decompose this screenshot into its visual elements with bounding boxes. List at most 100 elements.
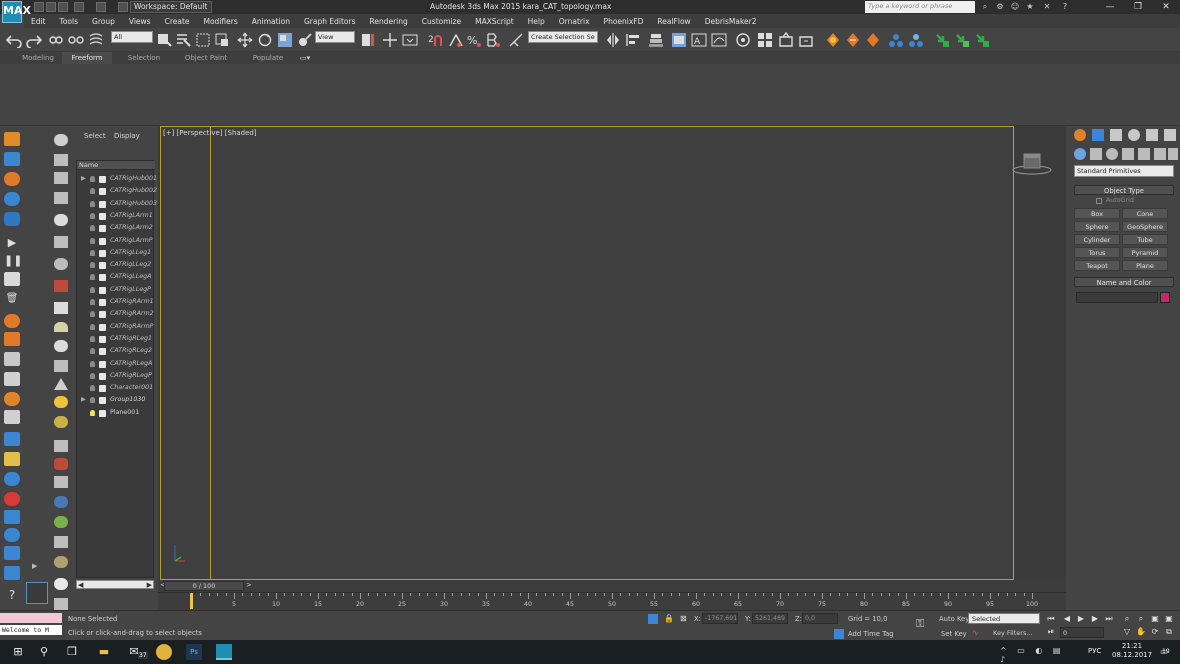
list-item[interactable]: CATRigLLegP — [77, 284, 155, 296]
cylinder-button[interactable]: Cylinder — [1074, 234, 1120, 245]
shapes-icon[interactable] — [1090, 148, 1102, 160]
utilities-tab-icon[interactable] — [1164, 129, 1176, 141]
collapse-arrow-icon[interactable]: ▶ — [32, 562, 37, 570]
emitter-icon[interactable] — [4, 472, 20, 486]
pan-icon[interactable]: ✋ — [1136, 627, 1146, 637]
cone-button[interactable]: Cone — [1122, 208, 1168, 219]
material-editor-icon[interactable] — [757, 32, 773, 48]
object-name-field[interactable] — [1076, 292, 1158, 303]
vortex-icon[interactable] — [4, 372, 20, 386]
object-type-rollout[interactable]: Object Type — [1074, 185, 1174, 195]
modify-tab-icon[interactable] — [1092, 129, 1104, 141]
sun-icon[interactable] — [54, 396, 68, 408]
close-button[interactable]: ✕ — [1152, 0, 1180, 14]
visibility-bulb-icon[interactable] — [90, 176, 95, 182]
ribbon-toggle-icon[interactable]: A — [691, 32, 707, 48]
circle-icon[interactable] — [54, 340, 68, 352]
file-explorer-icon[interactable]: ▬ — [96, 644, 112, 660]
fov-icon[interactable]: ▽ — [1122, 627, 1132, 637]
task-view-icon[interactable]: ❐ — [64, 644, 80, 660]
set-key-button[interactable]: Set Key — [941, 630, 967, 638]
cup-icon[interactable] — [54, 360, 68, 372]
plugin-phoenix-icon[interactable] — [845, 32, 861, 48]
list-item[interactable]: ▶ CATRigHub001 — [77, 173, 157, 185]
node-icon[interactable] — [54, 536, 68, 548]
explorer-scrollbar[interactable]: ◀ ▶ — [76, 580, 154, 589]
torus-button[interactable]: Torus — [1074, 247, 1120, 258]
list-item[interactable]: ▶ Group1030 — [77, 394, 155, 406]
space-warps-icon[interactable] — [1154, 148, 1166, 160]
named-selection-dropdown[interactable]: Create Selection Se — [528, 31, 598, 43]
clock[interactable]: 21:21 08.12.2017 — [1112, 642, 1152, 660]
grid-icon[interactable] — [54, 440, 68, 452]
motion-tab-icon[interactable] — [1128, 129, 1140, 141]
key-mode-toggle-icon[interactable]: ⏯ — [1046, 627, 1056, 637]
list-item[interactable]: CATRigRLegP — [77, 370, 155, 382]
omni-icon[interactable] — [54, 416, 68, 428]
scroll-left-icon[interactable]: ◀ — [78, 581, 83, 589]
visibility-bulb-icon[interactable] — [90, 237, 95, 244]
time-slider-thumb[interactable]: 0 / 100 — [164, 581, 244, 591]
geometry-icon[interactable] — [1074, 148, 1086, 160]
leaf-icon[interactable] — [54, 516, 68, 528]
viewcube-icon[interactable] — [1012, 150, 1052, 178]
new-file-icon[interactable] — [34, 2, 44, 12]
object-color-swatch[interactable] — [1160, 292, 1170, 303]
debris-bake-icon[interactable] — [954, 32, 970, 48]
communication-icon[interactable]: ☺ — [1010, 2, 1020, 12]
list-item[interactable]: CATRigRLeg1 — [77, 333, 155, 345]
x-icon[interactable]: ✕ — [1042, 2, 1052, 12]
red-sphere-icon[interactable] — [4, 492, 20, 506]
play-icon[interactable]: ▶ — [4, 236, 20, 250]
visibility-bulb-icon[interactable] — [90, 397, 95, 404]
rect-icon[interactable] — [54, 302, 68, 314]
visibility-bulb-icon[interactable] — [90, 286, 95, 293]
edit-named-selection-icon[interactable] — [508, 32, 524, 48]
list-item[interactable]: CATRigRLeg2 — [77, 345, 155, 357]
maxscript-listener-output[interactable] — [0, 613, 62, 623]
visibility-bulb-icon[interactable] — [90, 348, 95, 355]
redo-icon[interactable] — [26, 32, 42, 48]
debris-clear-icon[interactable] — [974, 32, 990, 48]
windows-start-icon[interactable]: ⊞ — [10, 644, 26, 660]
list-item[interactable]: CATRigRLegA — [77, 358, 155, 370]
bind-space-warp-icon[interactable] — [88, 32, 104, 48]
menu-create[interactable]: Create — [158, 17, 197, 26]
list-item[interactable]: CATRigLLegA — [77, 271, 155, 283]
time-tag-icon[interactable] — [834, 629, 844, 639]
turbulence-icon[interactable] — [4, 410, 20, 424]
key-mode-dropdown[interactable]: Selected — [968, 613, 1040, 624]
rect-selection-icon[interactable] — [195, 32, 211, 48]
next-frame-icon[interactable]: ▶ — [1090, 614, 1100, 624]
maxscript-listener-input[interactable]: Welcome to M — [0, 625, 62, 635]
schematic-view-icon[interactable] — [735, 32, 751, 48]
pivot-center-icon[interactable] — [360, 32, 376, 48]
particle-source-icon[interactable] — [4, 172, 20, 186]
spinner-snap-icon[interactable] — [485, 32, 501, 48]
column-header-name[interactable]: Name — [77, 161, 155, 170]
undo-icon[interactable] — [6, 32, 22, 48]
photoshop-icon[interactable]: Ps — [186, 644, 202, 660]
minimize-button[interactable]: — — [1096, 0, 1124, 14]
delete-icon[interactable]: 🗑 — [4, 292, 20, 306]
selection-filter-dropdown[interactable]: All — [111, 31, 153, 43]
tube-button[interactable]: Tube — [1122, 234, 1168, 245]
time-slider[interactable]: < 0 / 100 > — [158, 580, 1066, 592]
y-coord-field[interactable]: 5261,489 — [752, 613, 788, 624]
blue-box-icon[interactable] — [4, 510, 20, 524]
place-icon[interactable] — [297, 32, 313, 48]
sphere-button[interactable]: Sphere — [1074, 221, 1120, 232]
expand-arrow-icon[interactable]: ▶ — [81, 173, 86, 185]
grid-object-icon[interactable] — [4, 152, 20, 166]
current-frame-field[interactable]: 0 — [1060, 627, 1104, 638]
xref-icon[interactable] — [54, 556, 68, 568]
visibility-bulb-icon[interactable] — [90, 212, 95, 219]
pyramid-button[interactable]: Pyramid — [1122, 247, 1168, 258]
autogrid-checkbox[interactable] — [1096, 198, 1102, 204]
maximize-button[interactable]: ❐ — [1124, 0, 1152, 14]
unlink-icon[interactable] — [68, 32, 84, 48]
name-and-color-rollout[interactable]: Name and Color — [1074, 277, 1174, 287]
realflow-scene-icon[interactable] — [888, 32, 904, 48]
absolute-mode-icon[interactable]: ⊠ — [680, 614, 690, 624]
isolate-icon[interactable] — [648, 614, 658, 624]
